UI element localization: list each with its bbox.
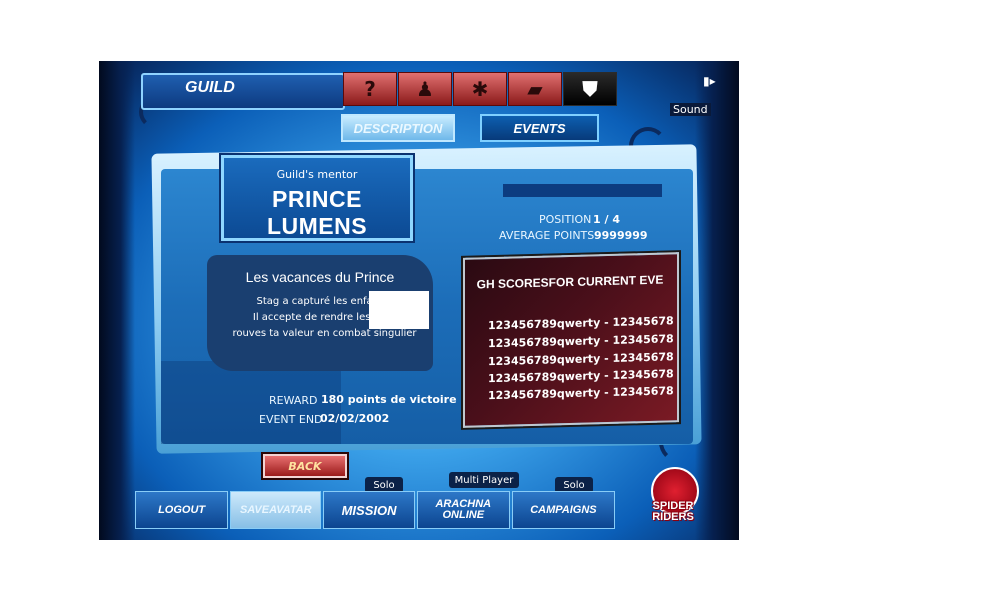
mission-button[interactable]: MISSION (323, 491, 415, 529)
position-value: 1 / 4 (593, 213, 620, 226)
score-row: 123456789qwerty - 12345678 (488, 314, 674, 333)
reward-label: REWARD (269, 394, 318, 407)
tab-description[interactable]: DESCRIPTION (341, 114, 455, 142)
tab-events[interactable]: EVENTS (480, 114, 599, 142)
sound-label[interactable]: Sound (670, 103, 711, 116)
shield-icon: ⛊ (582, 77, 598, 101)
campaigns-button[interactable]: CAMPAIGNS (511, 491, 615, 529)
blank-overlay (369, 291, 429, 329)
top-tabs: ? ♟ ✱ ▰ ⛊ (343, 72, 618, 106)
average-points-label: AVERAGE POINTS (499, 229, 595, 242)
person-icon: ♟ (416, 77, 434, 101)
save-avatar-button[interactable]: SAVEAVATAR (230, 491, 322, 529)
high-scores-title: GH SCORESFOR CURRENT EVE (476, 272, 664, 292)
position-label: POSITION (539, 213, 592, 226)
tab-help[interactable]: ? (343, 72, 397, 106)
question-icon: ? (364, 77, 376, 101)
score-row: 123456789qwerty - 12345678 (488, 332, 674, 351)
game-window: GUILD ? ♟ ✱ ▰ ⛊ ▮▸ Sound DESCRIPTION EVE… (99, 61, 739, 540)
page-title: GUILD (185, 79, 235, 96)
arachna-online-button[interactable]: ARACHNA ONLINE (416, 491, 510, 529)
mentor-label: Guild's mentor (276, 168, 358, 181)
event-title: Les vacances du Prince (245, 269, 395, 285)
high-scores-panel: GH SCORESFOR CURRENT EVE 123456789qwerty… (463, 252, 679, 428)
back-button[interactable]: BACK (263, 454, 347, 478)
average-points-value: 9999999 (594, 229, 648, 242)
tab-cards[interactable]: ▰ (508, 72, 562, 106)
mentor-box: Guild's mentor PRINCE LUMENS (221, 155, 413, 241)
frame-left (99, 61, 135, 540)
multiplayer-badge: Multi Player (449, 472, 519, 488)
logo-text: SPIDER RIDERS (652, 500, 694, 523)
event-end-label: EVENT END (259, 413, 323, 426)
bottom-menu: LOGOUT SAVEAVATAR MISSION ARACHNA ONLINE… (135, 491, 617, 529)
tab-guild[interactable]: ⛊ (563, 72, 617, 106)
speaker-icon[interactable]: ▮▸ (703, 74, 716, 88)
spider-icon: ✱ (471, 77, 489, 101)
spider-riders-logo: SPIDER RIDERS (631, 467, 715, 529)
guild-name-bar (503, 184, 662, 197)
tab-spider[interactable]: ✱ (453, 72, 507, 106)
reward-value: 180 points de victoire (321, 393, 457, 406)
event-end-value: 02/02/2002 (320, 412, 390, 425)
mentor-name: PRINCE LUMENS (266, 186, 368, 239)
logout-button[interactable]: LOGOUT (135, 491, 229, 529)
score-row: 123456789qwerty - 12345678 (488, 367, 674, 386)
event-text-line: rouves ta valeur en combat singulier (232, 328, 417, 339)
score-row: 123456789qwerty - 12345678 (488, 350, 674, 369)
guild-header-bar (141, 73, 345, 110)
cards-icon: ▰ (527, 77, 543, 101)
online-label: ONLINE (442, 509, 485, 521)
tab-character[interactable]: ♟ (398, 72, 452, 106)
score-row: 123456789qwerty - 12345678 (488, 384, 674, 403)
